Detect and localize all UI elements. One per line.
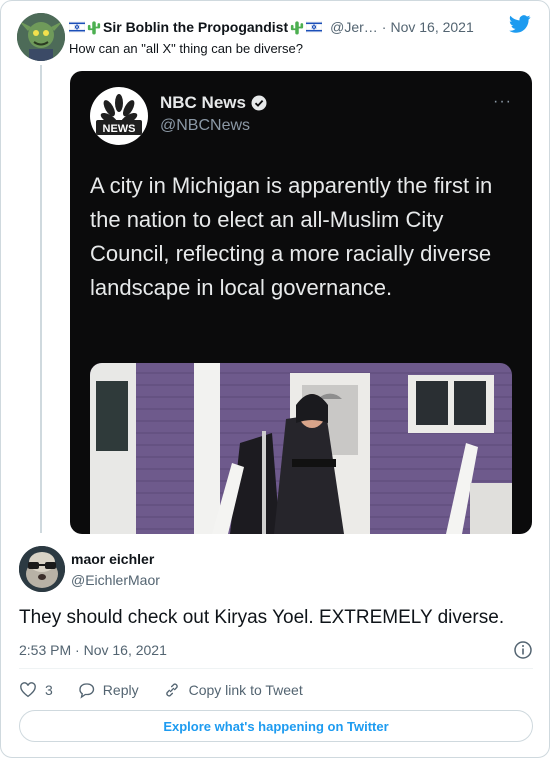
quoted-author-name-text: NBC News (160, 93, 246, 112)
reply-author-handle[interactable]: @EichlerMaor (71, 572, 160, 588)
reply-timestamp[interactable]: 2:53 PM · Nov 16, 2021 (19, 642, 167, 658)
parent-author-handle[interactable]: @Jer… (330, 19, 378, 35)
thread-connector (40, 65, 42, 533)
like-button[interactable]: 3 (19, 681, 53, 699)
date-separator: · (381, 19, 387, 35)
heart-icon (20, 682, 36, 698)
reply-button[interactable]: Reply (77, 681, 139, 699)
israel-flag-icon (306, 21, 323, 33)
reply-author-name[interactable]: maor eichler (71, 551, 154, 567)
reply-avatar[interactable] (19, 546, 65, 592)
reply-text: They should check out Kiryas Yoel. EXTRE… (19, 607, 505, 628)
explore-twitter-button[interactable]: Explore what's happening on Twitter (19, 710, 533, 742)
council-member-photo (90, 363, 512, 534)
quoted-image[interactable]: NEWS NBC News @NBCNews ··· A city in Mic… (70, 71, 532, 534)
more-options-icon: ··· (493, 93, 512, 110)
reply-label: Reply (102, 682, 139, 698)
quoted-author-name: NBC News (160, 93, 267, 113)
twitter-bird-icon[interactable] (509, 15, 531, 33)
nbc-logo-text: NEWS (103, 123, 136, 135)
parent-header: Sir Boblin the Propogandist @Jer… · Nov … (69, 17, 537, 37)
copy-link-label: Copy link to Tweet (188, 682, 303, 698)
reply-meta: 2:53 PM · Nov 16, 2021 (19, 640, 533, 660)
divider (19, 668, 533, 669)
parent-author-name[interactable]: Sir Boblin the Propogandist (103, 19, 288, 35)
parent-avatar[interactable] (17, 13, 65, 61)
nbc-news-logo: NEWS (90, 87, 148, 145)
like-count: 3 (45, 682, 53, 698)
cactus-icon (87, 20, 101, 34)
link-icon (165, 683, 178, 697)
action-bar: 3 Reply Copy link to Tweet (19, 679, 327, 701)
reply-icon (79, 683, 94, 699)
copy-link-button[interactable]: Copy link to Tweet (163, 681, 303, 699)
info-icon[interactable] (513, 640, 533, 660)
israel-flag-icon (69, 21, 85, 33)
verified-badge-icon (251, 95, 267, 111)
parent-tweet-text: How can an "all X" thing can be diverse? (69, 41, 303, 56)
parent-date[interactable]: Nov 16, 2021 (390, 19, 473, 35)
cactus-icon (291, 20, 304, 34)
tweet-embed-card: Sir Boblin the Propogandist @Jer… · Nov … (0, 0, 550, 758)
quoted-tweet-text: A city in Michigan is apparently the fir… (90, 173, 493, 300)
quoted-author-handle: @NBCNews (160, 117, 251, 134)
